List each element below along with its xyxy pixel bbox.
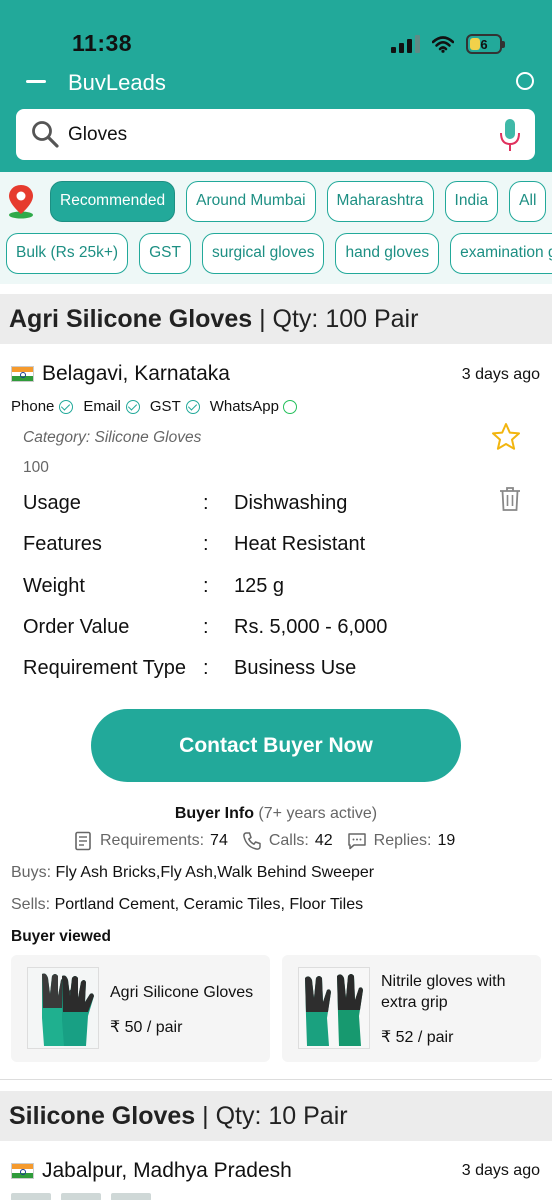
verified-phone: Phone <box>11 398 74 415</box>
app-screen: 11:38 6 BuyLeads Gloves Recommended Arou… <box>0 0 552 1200</box>
search-icon <box>32 121 59 148</box>
chip-india[interactable]: India <box>444 180 499 222</box>
verification-row: Phone Email GST WhatsApp <box>11 398 307 415</box>
verified-gst: GST <box>150 398 200 415</box>
spec-row: Usage: Dishwashing <box>23 492 348 515</box>
verified-email: Email <box>83 398 140 415</box>
viewed-product-card[interactable]: Nitrile gloves with extra grip ₹ 52 / pa… <box>282 955 541 1062</box>
location-text: Jabalpur, Madhya Pradesh <box>42 1159 292 1182</box>
listing-title: Agri Silicone Gloves | Qty: 100 Pair <box>9 305 418 334</box>
app-title-row: BuyLeads <box>0 72 552 90</box>
posted-time: 3 days ago <box>461 366 540 383</box>
viewed-product-price: ₹ 52 / pair <box>381 1029 454 1046</box>
buyer-location: Belagavi, Karnataka <box>11 362 230 386</box>
viewed-product-name: Nitrile gloves with extra grip <box>381 973 506 1011</box>
contact-buyer-button[interactable]: Contact Buyer Now <box>91 709 461 782</box>
listing-qty-value: 100 <box>23 459 49 476</box>
stat-replies: Replies: 19 <box>347 831 455 851</box>
buyer-viewed-heading: Buyer viewed <box>11 928 111 945</box>
status-time: 11:38 <box>72 30 133 56</box>
status-icons: 6 <box>391 34 505 54</box>
mic-icon[interactable] <box>499 118 521 152</box>
battery-icon: 6 <box>466 34 505 54</box>
chip-hand-gloves[interactable]: hand gloves <box>335 232 440 274</box>
viewed-product-card[interactable]: Agri Silicone Gloves ₹ 50 / pair <box>11 955 270 1062</box>
chip-examination-gloves[interactable]: examination gloves <box>450 232 552 274</box>
check-icon <box>185 399 200 414</box>
india-flag-icon <box>11 366 34 382</box>
buyer-info-heading: Buyer Info (7+ years active) <box>174 805 378 822</box>
viewed-product-name: Agri Silicone Gloves <box>110 984 254 1001</box>
chip-surgical-gloves[interactable]: surgical gloves <box>201 232 325 274</box>
glove-image <box>299 968 369 1048</box>
menu-icon[interactable] <box>26 80 46 83</box>
profile-icon[interactable] <box>516 72 534 90</box>
verification-row-cut <box>11 1193 151 1200</box>
location-pin-icon <box>9 185 33 219</box>
chip-all[interactable]: All <box>509 180 547 222</box>
spec-row: Weight:125 g <box>23 574 285 597</box>
signal-icon <box>391 35 420 53</box>
spec-row: Features: Heat Resistant <box>23 533 366 556</box>
spec-table: Usage: Dishwashing Features: Heat Resistan… <box>23 483 463 689</box>
filter-bar: Recommended Around Mumbai Maharashtra In… <box>0 172 552 284</box>
listing-title: Silicone Gloves | Qty: 10 Pair <box>9 1102 348 1131</box>
check-icon <box>125 399 140 414</box>
app-title: BuyLeads <box>68 72 166 90</box>
spec-row: Requirement Type: Business Use <box>23 657 357 680</box>
buyer-location: Jabalpur, Madhya Pradesh <box>11 1159 292 1183</box>
glove-image <box>28 968 98 1048</box>
document-icon <box>75 831 91 851</box>
buyer-buys: Buys: Fly Ash Bricks,Fly Ash,Walk Behind… <box>11 864 375 881</box>
india-flag-icon <box>11 1163 34 1179</box>
chip-around-mumbai[interactable]: Around Mumbai <box>186 180 316 222</box>
buyer-sells: Sells: Portland Cement, Ceramic Tiles, F… <box>11 896 364 913</box>
wifi-icon <box>432 35 454 53</box>
search-input[interactable] <box>68 109 488 160</box>
posted-time: 3 days ago <box>461 1162 540 1179</box>
search-bar[interactable] <box>16 109 535 160</box>
location-filter-row: Recommended Around Mumbai Maharashtra In… <box>0 180 552 222</box>
listing-category: Category: Silicone Gloves <box>23 429 202 446</box>
chat-icon <box>347 833 366 850</box>
check-icon <box>59 399 74 414</box>
stat-calls: Calls: 42 <box>242 831 333 851</box>
star-icon[interactable] <box>490 421 522 453</box>
glove-thumbnail <box>298 967 370 1049</box>
keyword-filter-row: Bulk (Rs 25k+) GST surgical gloves hand … <box>6 232 552 274</box>
trash-icon[interactable] <box>499 486 521 512</box>
stat-requirements: Requirements: 74 <box>73 831 228 851</box>
chip-gst[interactable]: GST <box>139 232 191 274</box>
phone-icon <box>243 832 261 850</box>
product-qty: | Qty: 10 Pair <box>202 1101 348 1130</box>
whatsapp-icon <box>282 399 297 414</box>
chip-maharashtra[interactable]: Maharashtra <box>326 180 434 222</box>
buyer-stats: Requirements: 74 Calls: 42 Replies: 19 <box>73 831 469 851</box>
product-name: Silicone Gloves <box>9 1101 196 1130</box>
battery-level: 6 <box>480 36 488 52</box>
viewed-product-price: ₹ 50 / pair <box>110 1019 183 1036</box>
product-qty: | Qty: 100 Pair <box>259 304 419 333</box>
product-name: Agri Silicone Gloves <box>9 304 253 333</box>
glove-thumbnail <box>27 967 99 1049</box>
verified-whatsapp: WhatsApp <box>210 398 297 415</box>
listing-title-bar[interactable]: Silicone Gloves | Qty: 10 Pair <box>0 1091 552 1141</box>
chip-recommended[interactable]: Recommended <box>50 180 176 222</box>
listing-title-bar[interactable]: Agri Silicone Gloves | Qty: 100 Pair <box>0 294 552 344</box>
buyer-active-years: (7+ years active) <box>258 805 378 822</box>
spec-row: Order Value: Rs. 5,000 - 6,000 <box>23 616 388 639</box>
top-header: 11:38 6 BuyLeads <box>0 0 552 172</box>
chip-bulk[interactable]: Bulk (Rs 25k+) <box>6 232 129 274</box>
location-text: Belagavi, Karnataka <box>42 362 230 385</box>
